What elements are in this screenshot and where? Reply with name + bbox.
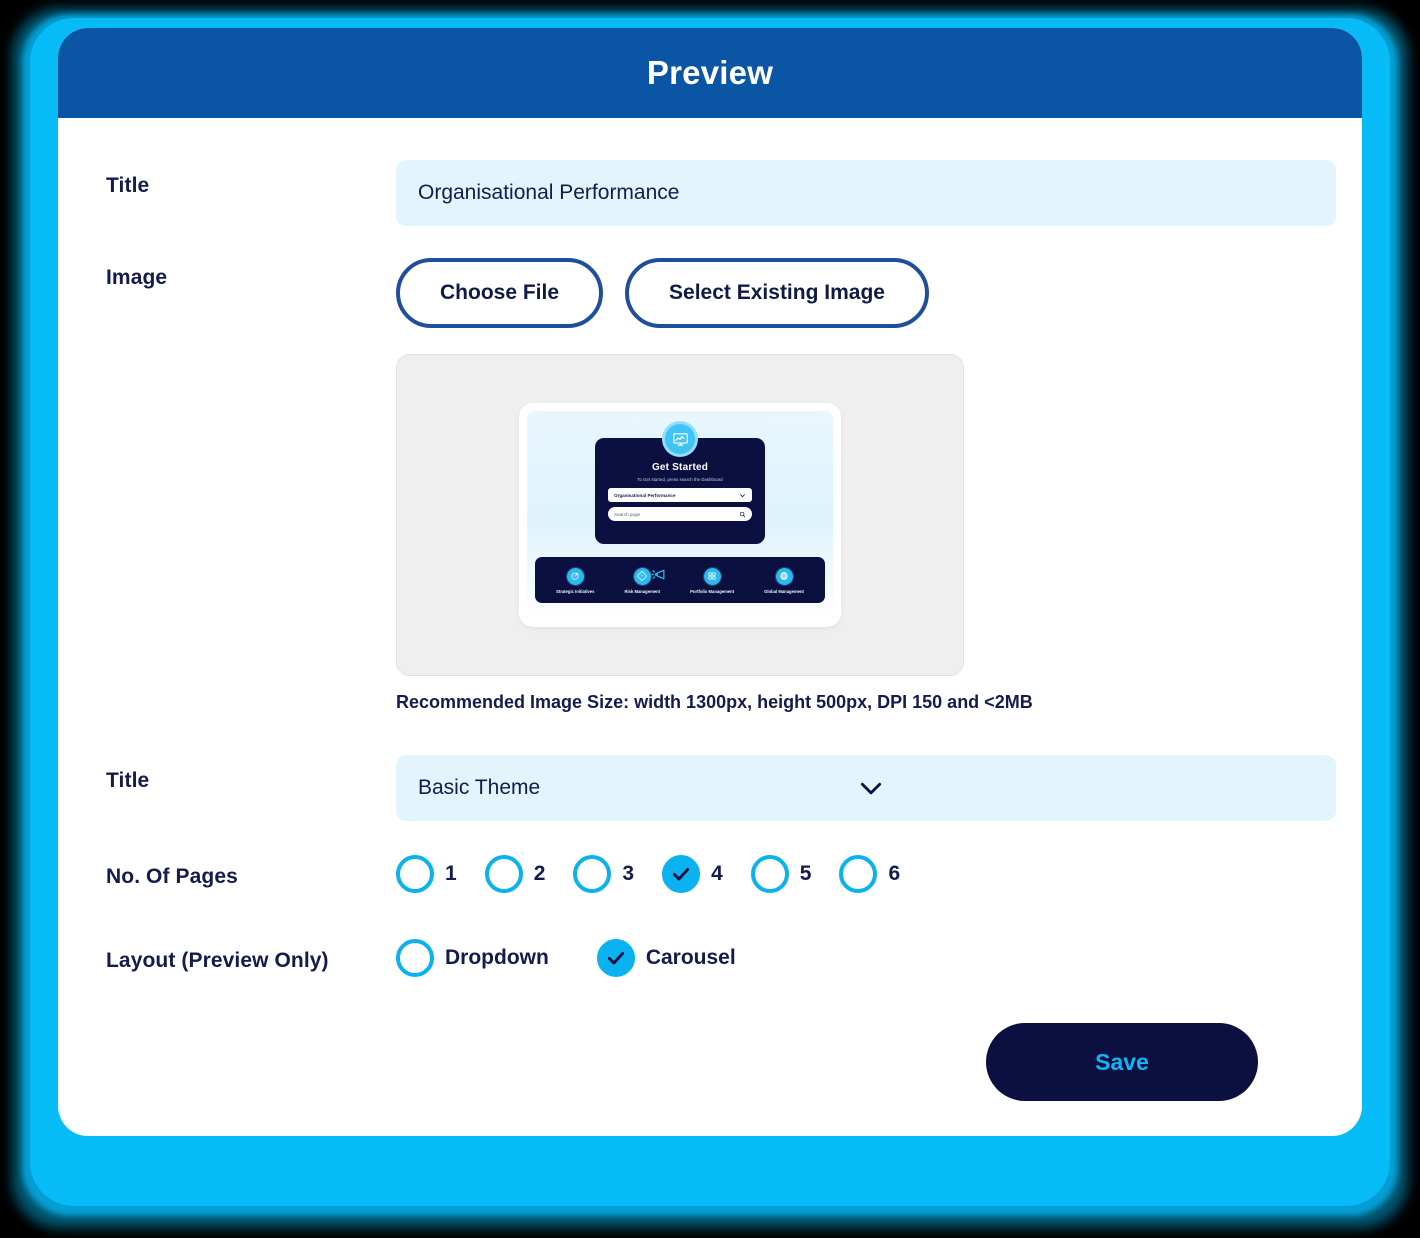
pages-option-label: 2: [533, 862, 546, 885]
image-row: Image Choose File Select Existing Image: [106, 252, 1300, 713]
layout-option-dropdown[interactable]: Dropdown: [396, 939, 549, 977]
thumbnail-select-value: Organisational Performance: [614, 492, 676, 498]
title-label: Title: [106, 174, 150, 197]
layout-radio-group: Dropdown Carousel: [396, 935, 1300, 977]
grid-icon: [702, 566, 722, 586]
layout-option-carousel[interactable]: Carousel: [596, 939, 736, 977]
radio-circle[interactable]: [396, 939, 434, 977]
pages-option-5[interactable]: 5: [750, 855, 812, 893]
nav-label: Risk Management: [624, 588, 661, 594]
save-button[interactable]: Save: [986, 1023, 1258, 1101]
layout-option-label: Carousel: [645, 946, 736, 969]
thumbnail-search-placeholder: Search page: [614, 511, 641, 517]
pages-option-label: 3: [622, 862, 635, 885]
globe-icon: [774, 566, 794, 586]
title-field-wrap: Organisational Performance: [396, 160, 1336, 226]
nav-label: Global Management: [764, 588, 804, 594]
choose-file-button[interactable]: Choose File: [396, 258, 604, 328]
nav-label: Strategic Initiatives: [556, 588, 595, 594]
dialog-header: Preview: [58, 28, 1362, 118]
theme-select-value: Basic Theme: [418, 776, 541, 799]
pages-option-label: 4: [711, 862, 723, 885]
pages-option-2[interactable]: 2: [484, 855, 546, 893]
layout-label: Layout (Preview Only): [106, 949, 329, 972]
image-size-hint: Recommended Image Size: width 1300px, he…: [396, 692, 1033, 712]
pages-row: No. Of Pages 1 2 3 4 5 6: [106, 851, 1300, 893]
pages-option-4[interactable]: 4: [662, 855, 723, 893]
thumbnail-dashboard-select[interactable]: Organisational Performance: [608, 488, 752, 502]
radio-circle[interactable]: [596, 939, 635, 977]
radio-circle[interactable]: [839, 855, 878, 893]
thumbnail-frame: Get Started To Get started, press search…: [519, 403, 841, 627]
theme-label: Title: [106, 769, 150, 792]
radio-circle[interactable]: [662, 855, 701, 893]
pages-option-3[interactable]: 3: [573, 855, 634, 893]
radio-circle[interactable]: [484, 855, 523, 893]
footer-actions: Save: [106, 1023, 1300, 1101]
theme-select[interactable]: Basic Theme: [396, 755, 1336, 821]
dialog-body: Title Organisational Performance Image C…: [58, 118, 1362, 1136]
select-existing-image-button[interactable]: Select Existing Image: [625, 258, 929, 328]
layout-row: Layout (Preview Only) Dropdown Carousel: [106, 935, 1300, 977]
get-started-subtitle: To Get started, press search the Dashboa…: [637, 477, 723, 482]
screen-root: Preview Title Organisational Performance…: [0, 0, 1420, 1238]
monitor-chart-icon: [662, 421, 698, 457]
radio-circle[interactable]: [396, 855, 434, 893]
target-icon: [565, 566, 585, 586]
image-field-wrap: Choose File Select Existing Image Get St…: [396, 252, 1300, 713]
search-icon: [739, 511, 746, 517]
nav-item-portfolio-management[interactable]: Portfolio Management: [690, 566, 735, 594]
title-row: Title Organisational Performance: [106, 160, 1336, 226]
chevron-down-icon: [740, 493, 745, 497]
nav-item-strategic-initiatives[interactable]: Strategic Initiatives: [556, 566, 595, 594]
thumbnail-nav-strip: Strategic Initiatives Risk Management Po…: [535, 557, 825, 603]
pages-option-1[interactable]: 1: [396, 855, 457, 893]
pages-option-label: 6: [888, 862, 901, 885]
theme-field-wrap: Basic Theme: [396, 755, 1336, 821]
preview-dialog: Preview Title Organisational Performance…: [58, 28, 1362, 1136]
pages-option-label: 1: [445, 862, 457, 885]
radio-circle[interactable]: [573, 855, 612, 893]
chevron-down-icon: [860, 782, 882, 795]
image-label: Image: [106, 266, 168, 289]
layout-field-wrap: Dropdown Carousel: [396, 935, 1300, 977]
nav-item-global-management[interactable]: Global Management: [764, 566, 804, 594]
nav-item-risk-management[interactable]: Risk Management: [624, 566, 665, 594]
layout-option-label: Dropdown: [445, 946, 549, 969]
pages-option-6[interactable]: 6: [839, 855, 900, 893]
image-buttons: Choose File Select Existing Image: [396, 258, 1300, 328]
nav-label: Portfolio Management: [690, 588, 735, 594]
title-input[interactable]: Organisational Performance: [396, 160, 1336, 226]
megaphone-icon: [652, 569, 665, 579]
thumbnail-image: Get Started To Get started, press search…: [527, 411, 833, 619]
pages-field-wrap: 1 2 3 4 5 6: [396, 851, 1300, 893]
pages-radio-group: 1 2 3 4 5 6: [396, 851, 1300, 893]
thumbnail-search-input[interactable]: Search page: [608, 507, 752, 521]
get-started-title: Get Started: [651, 462, 709, 473]
page-title: Preview: [646, 54, 774, 91]
image-preview-container[interactable]: Get Started To Get started, press search…: [396, 354, 964, 676]
diamond-icon: [632, 566, 652, 586]
radio-circle[interactable]: [750, 855, 789, 893]
pages-label: No. Of Pages: [106, 865, 238, 888]
theme-row: Title Basic Theme: [106, 755, 1336, 821]
pages-option-label: 5: [799, 862, 812, 885]
